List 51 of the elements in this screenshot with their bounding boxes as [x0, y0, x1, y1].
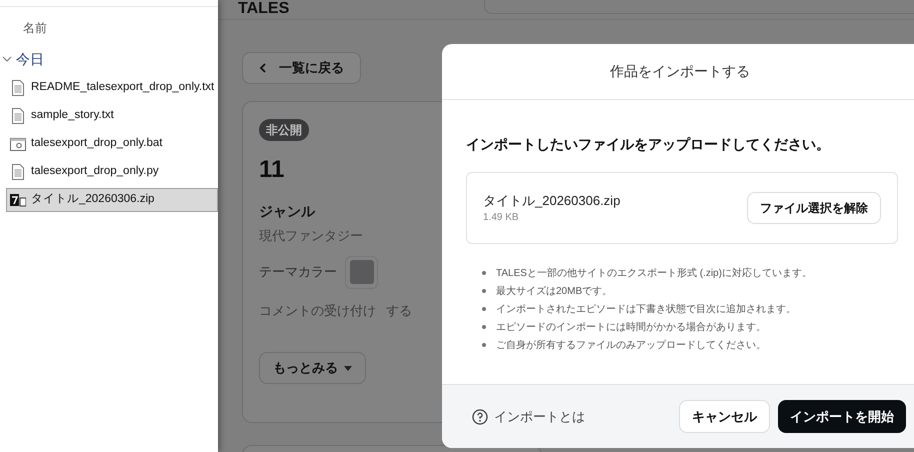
back-button[interactable]: 一覧に戻る [242, 52, 361, 84]
document-icon [12, 164, 24, 180]
archive-icon [10, 193, 26, 207]
more-button[interactable]: もっとみる [259, 352, 366, 384]
document-icon [12, 108, 24, 124]
file-name: タイトル_20260306.zip [31, 192, 154, 208]
file-row[interactable]: タイトル_20260306.zip [6, 188, 218, 212]
file-row[interactable]: sample_story.txt [6, 104, 218, 128]
color-swatch [350, 260, 374, 284]
note-text: インポートされたエピソードは下書き状態で目次に追加されます。 [496, 302, 796, 316]
batch-file-icon [10, 136, 26, 152]
logo[interactable]: TALES [238, 0, 290, 18]
dialog-title: 作品をインポートする [610, 62, 750, 81]
file-name: talesexport_drop_only.py [31, 164, 159, 180]
dialog-heading: インポートしたいファイルをアップロードしてください。 [466, 135, 830, 154]
start-import-button[interactable]: インポートを開始 [778, 400, 906, 433]
bullet [482, 343, 486, 347]
help-link[interactable]: インポートとは [472, 406, 585, 426]
file-row[interactable]: talesexport_drop_only.bat [6, 132, 218, 156]
column-header[interactable]: 名前 [23, 18, 47, 36]
comments-value: する [386, 302, 412, 320]
bullet [482, 289, 486, 293]
document-icon [12, 80, 24, 96]
chevron-left-icon [259, 63, 267, 73]
caret-down-icon [344, 366, 352, 370]
bullet [482, 325, 486, 329]
cancel-button[interactable]: キャンセル [679, 400, 770, 433]
group-header[interactable]: 今日 [16, 48, 44, 70]
file-size: 1.49 KB [483, 211, 520, 226]
note-text: TALESと一部の他サイトのエクスポート形式 (.zip)に対応しています。 [496, 266, 812, 280]
file-name: sample_story.txt [31, 108, 114, 124]
file-row[interactable]: README_talesexport_drop_only.txt [6, 76, 218, 100]
theme-color-picker[interactable] [345, 256, 378, 288]
bullet [482, 307, 486, 311]
comments-label: コメントの受け付け [259, 302, 376, 320]
file-row[interactable]: talesexport_drop_only.py [6, 160, 218, 184]
help-icon [472, 408, 488, 424]
status-badge: 非公開 [259, 119, 309, 141]
chevron-icon[interactable] [2, 54, 12, 64]
bullet [482, 271, 486, 275]
note-text: 最大サイズは20MBです。 [496, 284, 612, 298]
file-name: タイトル_20260306.zip [483, 192, 620, 210]
theme-color-label: テーマカラー [259, 263, 337, 282]
file-name: talesexport_drop_only.bat [31, 136, 162, 152]
genre-value: 現代ファンタジー [259, 227, 363, 245]
genre-label: ジャンル [259, 202, 315, 221]
note-text: ご自身が所有するファイルのみアップロードしてください。 [496, 338, 766, 352]
note-text: エピソードのインポートには時間がかかる場合があります。 [496, 320, 766, 334]
work-title: 11 [259, 155, 284, 185]
file-name: README_talesexport_drop_only.txt [31, 80, 214, 96]
clear-file-button[interactable]: ファイル選択を解除 [747, 192, 881, 224]
